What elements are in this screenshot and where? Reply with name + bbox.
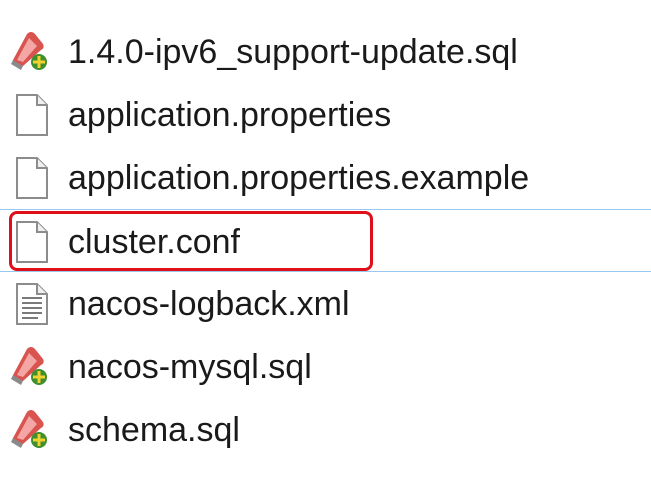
file-name: nacos-logback.xml <box>68 285 350 323</box>
file-row-application-properties-example[interactable]: application.properties.example <box>0 146 651 209</box>
file-row-nacos-logback-xml[interactable]: nacos-logback.xml <box>0 272 651 335</box>
file-name: schema.sql <box>68 411 240 449</box>
file-name: nacos-mysql.sql <box>68 348 312 386</box>
file-row-schema-sql[interactable]: schema.sql <box>0 398 651 461</box>
file-name: 1.4.0-ipv6_support-update.sql <box>68 33 518 71</box>
file-name: application.properties <box>68 96 392 134</box>
blank-file-icon <box>9 93 53 137</box>
blank-file-icon <box>9 156 53 200</box>
file-name: application.properties.example <box>68 159 530 197</box>
annotation-highlight-box <box>9 211 373 271</box>
sql-file-icon <box>9 345 53 389</box>
file-row-nacos-mysql-sql[interactable]: nacos-mysql.sql <box>0 335 651 398</box>
sql-file-icon <box>9 30 53 74</box>
file-list: 1.4.0-ipv6_support-update.sql applicatio… <box>0 0 651 491</box>
file-row-1.4.0-ipv6-support-update-sql[interactable]: 1.4.0-ipv6_support-update.sql <box>0 20 651 83</box>
file-row-application-properties[interactable]: application.properties <box>0 83 651 146</box>
text-file-icon <box>9 282 53 326</box>
sql-file-icon <box>9 408 53 452</box>
